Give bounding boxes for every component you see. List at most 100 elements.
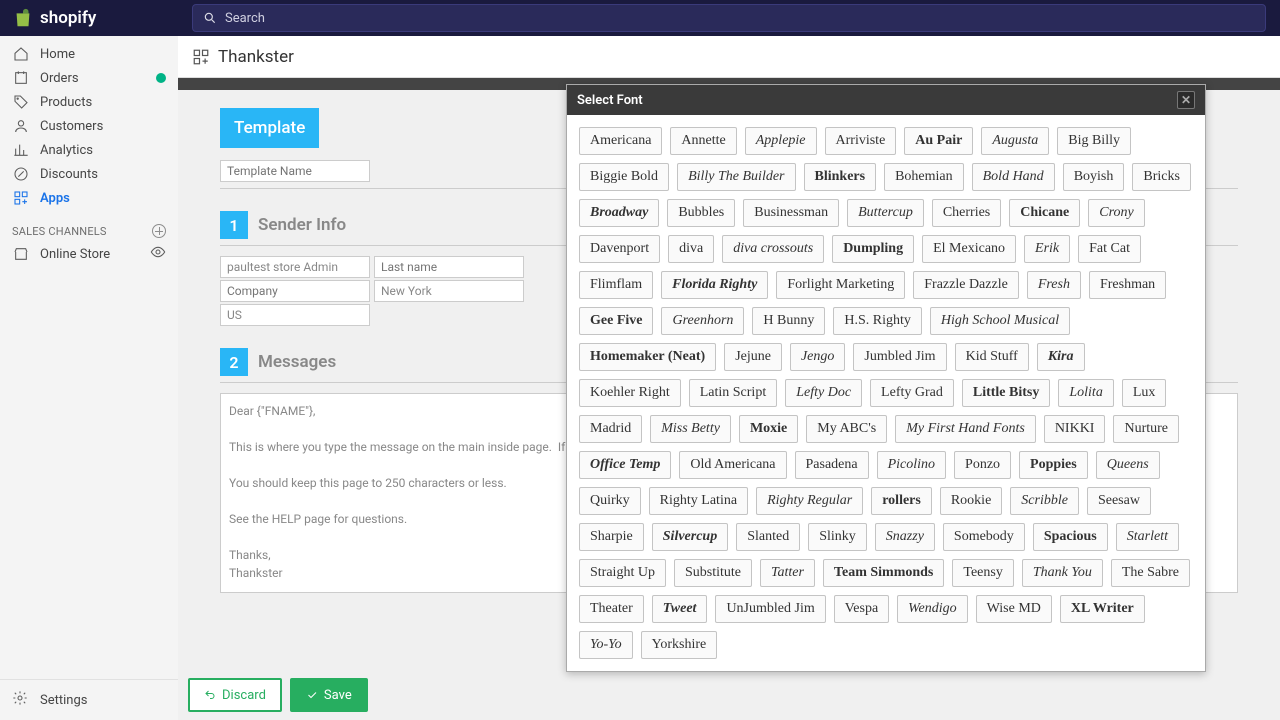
font-option[interactable]: Somebody <box>943 523 1025 551</box>
font-option[interactable]: H Bunny <box>752 307 825 335</box>
font-option[interactable]: Silvercup <box>652 523 728 551</box>
font-option[interactable]: Bohemian <box>884 163 964 191</box>
font-option[interactable]: H.S. Righty <box>833 307 922 335</box>
font-option[interactable]: Freshman <box>1089 271 1166 299</box>
font-option[interactable]: Vespa <box>834 595 889 623</box>
font-option[interactable]: rollers <box>871 487 932 515</box>
font-option[interactable]: Arriviste <box>825 127 897 155</box>
font-option[interactable]: Businessman <box>743 199 839 227</box>
font-option[interactable]: Teensy <box>952 559 1013 587</box>
font-option[interactable]: Nurture <box>1113 415 1179 443</box>
font-option[interactable]: Slanted <box>736 523 800 551</box>
close-icon[interactable]: ✕ <box>1177 91 1195 109</box>
font-option[interactable]: Koehler Right <box>579 379 681 407</box>
font-option[interactable]: High School Musical <box>930 307 1070 335</box>
font-option[interactable]: Greenhorn <box>661 307 744 335</box>
font-option[interactable]: Righty Latina <box>649 487 748 515</box>
font-option[interactable]: Broadway <box>579 199 659 227</box>
eye-icon[interactable] <box>150 244 166 264</box>
font-option[interactable]: Theater <box>579 595 644 623</box>
sidebar-item-apps[interactable]: Apps <box>0 186 178 210</box>
font-option[interactable]: diva <box>668 235 714 263</box>
font-option[interactable]: Scribble <box>1010 487 1079 515</box>
sidebar-item-products[interactable]: Products <box>0 90 178 114</box>
sidebar-item-customers[interactable]: Customers <box>0 114 178 138</box>
font-option[interactable]: Lefty Grad <box>870 379 954 407</box>
brand-logo[interactable]: shopify <box>0 7 178 29</box>
font-option[interactable]: Cherries <box>932 199 1001 227</box>
font-option[interactable]: Fresh <box>1027 271 1081 299</box>
font-option[interactable]: The Sabre <box>1111 559 1190 587</box>
font-option[interactable]: Spacious <box>1033 523 1108 551</box>
save-button[interactable]: Save <box>290 678 368 712</box>
font-option[interactable]: Biggie Bold <box>579 163 669 191</box>
font-option[interactable]: Billy The Builder <box>677 163 795 191</box>
font-option[interactable]: Thank You <box>1022 559 1103 587</box>
discard-button[interactable]: Discard <box>188 678 282 712</box>
font-option[interactable]: Miss Betty <box>650 415 731 443</box>
font-option[interactable]: Little Bitsy <box>962 379 1051 407</box>
font-option[interactable]: Starlett <box>1116 523 1179 551</box>
font-option[interactable]: Yo-Yo <box>579 631 633 659</box>
font-option[interactable]: Bricks <box>1132 163 1191 191</box>
font-option[interactable]: diva crossouts <box>722 235 824 263</box>
font-option[interactable]: Quirky <box>579 487 641 515</box>
font-option[interactable]: Moxie <box>739 415 798 443</box>
sender-city[interactable] <box>374 280 524 302</box>
font-option[interactable]: Old Americana <box>679 451 786 479</box>
font-option[interactable]: Poppies <box>1019 451 1088 479</box>
sidebar-item-orders[interactable]: Orders <box>0 66 178 90</box>
font-option[interactable]: Chicane <box>1009 199 1080 227</box>
font-option[interactable]: Yorkshire <box>641 631 718 659</box>
font-option[interactable]: Team Simmonds <box>823 559 944 587</box>
font-option[interactable]: My ABC's <box>806 415 887 443</box>
font-option[interactable]: XL Writer <box>1060 595 1145 623</box>
font-option[interactable]: Augusta <box>981 127 1049 155</box>
font-option[interactable]: Dumpling <box>832 235 914 263</box>
sender-first-name[interactable] <box>220 256 370 278</box>
font-option[interactable]: Picolino <box>877 451 946 479</box>
sender-company[interactable] <box>220 280 370 302</box>
font-option[interactable]: Madrid <box>579 415 642 443</box>
font-option[interactable]: Latin Script <box>689 379 778 407</box>
sidebar-item-analytics[interactable]: Analytics <box>0 138 178 162</box>
add-channel-icon[interactable] <box>152 224 166 238</box>
font-option[interactable]: Au Pair <box>904 127 973 155</box>
font-option[interactable]: Jengo <box>790 343 845 371</box>
font-option[interactable]: Fat Cat <box>1078 235 1141 263</box>
font-option[interactable]: Lolita <box>1058 379 1113 407</box>
font-option[interactable]: Kid Stuff <box>955 343 1029 371</box>
font-option[interactable]: Buttercup <box>847 199 924 227</box>
font-option[interactable]: Flimflam <box>579 271 653 299</box>
font-option[interactable]: Blinkers <box>804 163 877 191</box>
font-option[interactable]: Jumbled Jim <box>853 343 946 371</box>
font-option[interactable]: Americana <box>579 127 662 155</box>
font-option[interactable]: Sharpie <box>579 523 644 551</box>
font-option[interactable]: Wise MD <box>976 595 1052 623</box>
sidebar-item-discounts[interactable]: Discounts <box>0 162 178 186</box>
template-name-input[interactable] <box>220 160 370 182</box>
sender-last-name[interactable] <box>374 256 524 278</box>
font-option[interactable]: Boyish <box>1063 163 1125 191</box>
font-option[interactable]: Queens <box>1096 451 1160 479</box>
font-option[interactable]: Bold Hand <box>972 163 1055 191</box>
font-option[interactable]: Substitute <box>674 559 752 587</box>
font-option[interactable]: Frazzle Dazzle <box>913 271 1019 299</box>
font-option[interactable]: Rookie <box>940 487 1002 515</box>
search-input[interactable]: Search <box>192 4 1266 32</box>
font-option[interactable]: UnJumbled Jim <box>715 595 825 623</box>
font-option[interactable]: Seesaw <box>1087 487 1151 515</box>
font-option[interactable]: NIKKI <box>1044 415 1106 443</box>
sidebar-item-online-store[interactable]: Online Store <box>0 242 178 266</box>
sender-country[interactable] <box>220 304 370 326</box>
font-option[interactable]: Applepie <box>745 127 817 155</box>
font-option[interactable]: Homemaker (Neat) <box>579 343 716 371</box>
font-option[interactable]: Straight Up <box>579 559 666 587</box>
font-option[interactable]: Forlight Marketing <box>776 271 905 299</box>
font-option[interactable]: Pasadena <box>795 451 869 479</box>
font-option[interactable]: Wendigo <box>897 595 967 623</box>
font-option[interactable]: Annette <box>670 127 736 155</box>
font-option[interactable]: Florida Righty <box>661 271 768 299</box>
font-option[interactable]: Lefty Doc <box>785 379 862 407</box>
sidebar-item-settings[interactable]: Settings <box>0 679 178 720</box>
